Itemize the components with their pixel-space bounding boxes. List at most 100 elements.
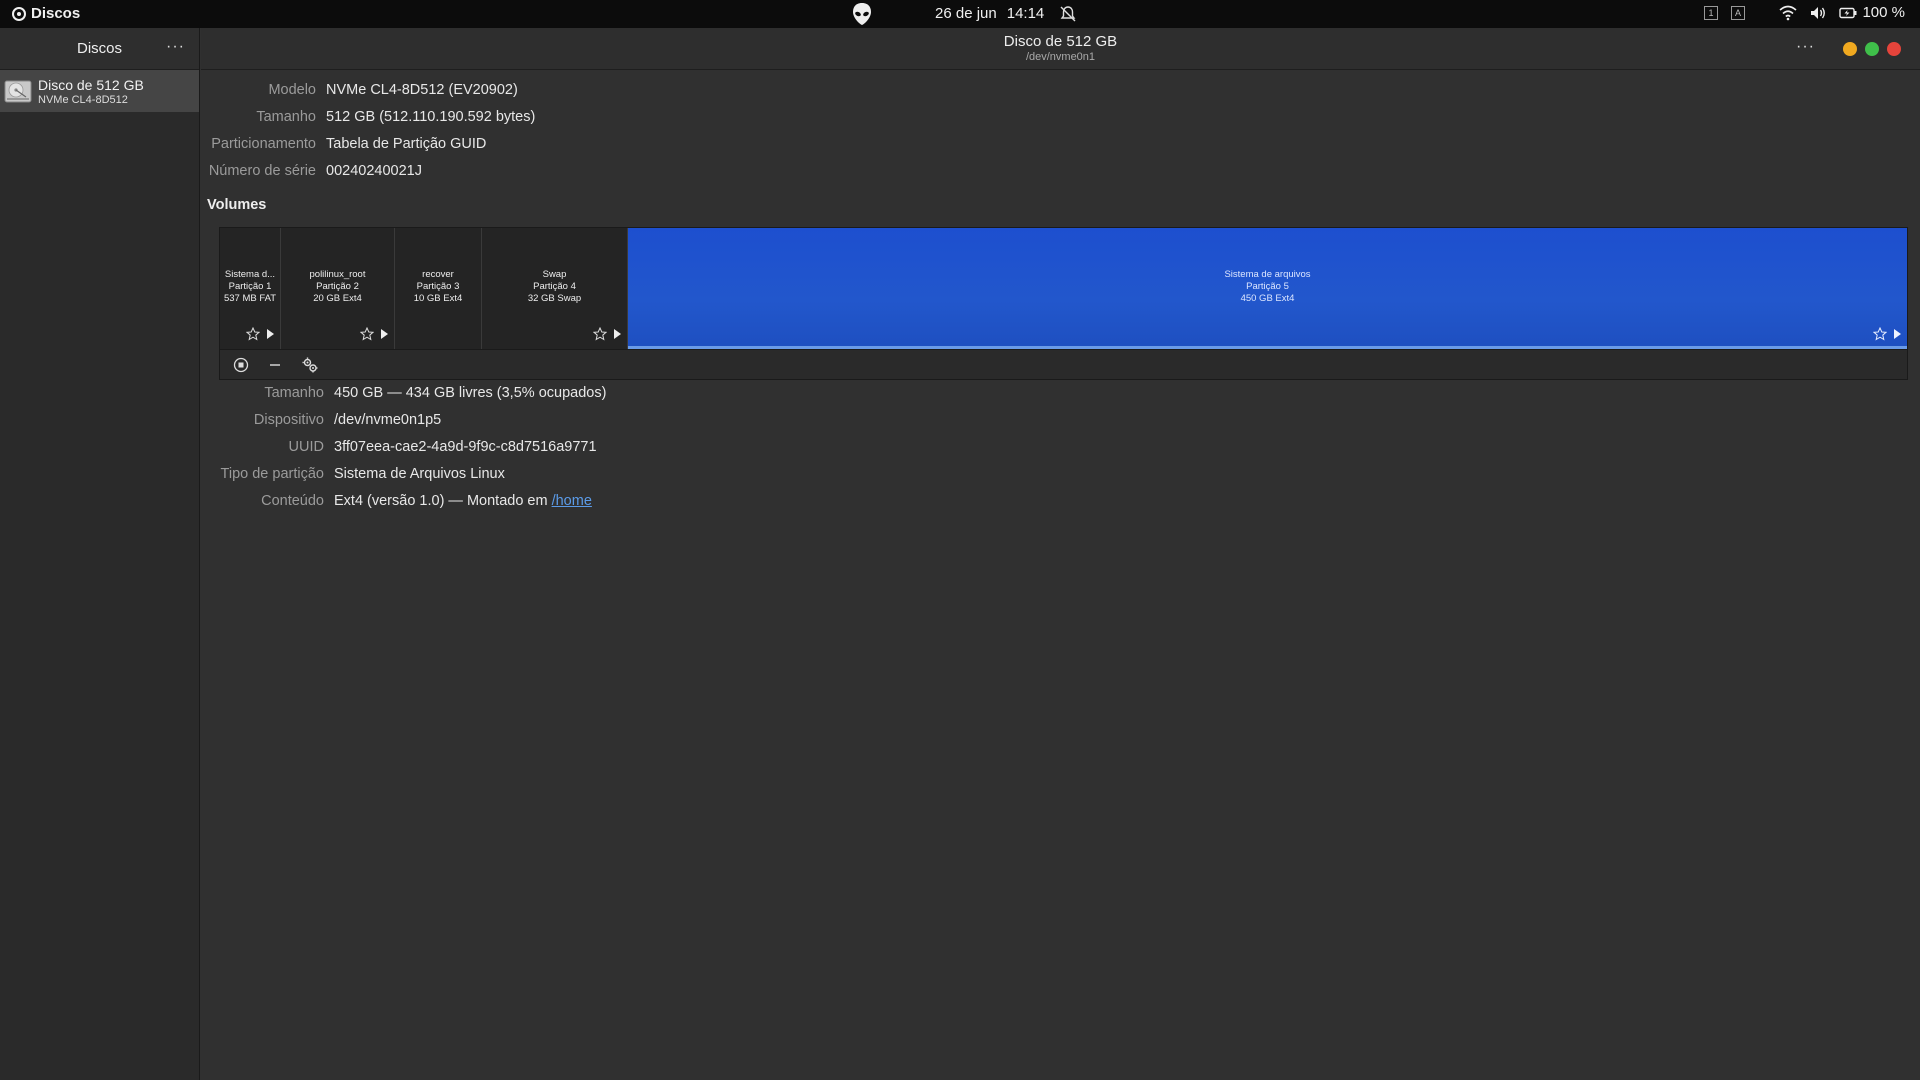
volume-content-text: Ext4 (versão 1.0) — Montado em bbox=[334, 493, 552, 509]
stop-button[interactable] bbox=[233, 357, 249, 373]
close-button[interactable] bbox=[1887, 42, 1901, 56]
volume-icon bbox=[1811, 6, 1826, 19]
partition-4-name: Swap bbox=[542, 269, 567, 280]
volume-size-label: Tamanho bbox=[264, 385, 324, 401]
partition-3-label: recover Partição 3 10 GB Ext4 bbox=[395, 269, 481, 305]
hard-drive-icon bbox=[4, 80, 32, 103]
sidebar-title: Discos bbox=[77, 40, 123, 57]
volume-device-value: /dev/nvme0n1p5 bbox=[334, 412, 442, 428]
partition-4[interactable]: Swap Partição 4 32 GB Swap bbox=[482, 228, 628, 349]
partition-1-number: Partição 1 bbox=[228, 281, 272, 292]
sidebar: Discos ··· Disco de 512 GB NVMe CL4-8D51… bbox=[0, 28, 200, 1080]
minimize-button[interactable] bbox=[1843, 42, 1857, 56]
partition-4-actions bbox=[593, 327, 621, 341]
maximize-button[interactable] bbox=[1865, 42, 1879, 56]
system-tray[interactable]: 100 % bbox=[1779, 4, 1905, 21]
partition-5-info: 450 GB Ext4 bbox=[1240, 293, 1295, 304]
volume-content-value: Ext4 (versão 1.0) — Montado em /home bbox=[334, 493, 592, 509]
partition-1-info: 537 MB FAT bbox=[223, 293, 277, 304]
partition-list: Sistema d... Partição 1 537 MB FAT polil… bbox=[220, 228, 1907, 349]
mount-point-link[interactable]: /home bbox=[552, 493, 592, 509]
window-title: Disco de 512 GB bbox=[1003, 33, 1118, 50]
partition-3-number: Partição 3 bbox=[416, 281, 460, 292]
partition-4-info: 32 GB Swap bbox=[527, 293, 582, 304]
volume-map: Sistema d... Partição 1 537 MB FAT polil… bbox=[219, 227, 1908, 380]
app-menu[interactable]: Discos bbox=[12, 5, 80, 22]
partition-1[interactable]: Sistema d... Partição 1 537 MB FAT bbox=[220, 228, 281, 349]
app-name: Discos bbox=[31, 5, 81, 22]
stop-icon bbox=[233, 357, 249, 372]
sidebar-menu-button[interactable]: ··· bbox=[166, 38, 185, 56]
partition-5-number: Partição 5 bbox=[1246, 281, 1289, 292]
alien-logo-icon[interactable] bbox=[850, 2, 874, 26]
partition-2-name: polilinux_root bbox=[309, 269, 366, 280]
play-icon[interactable] bbox=[266, 329, 274, 339]
disk-item-text: Disco de 512 GB NVMe CL4-8D512 bbox=[38, 77, 144, 106]
gears-icon bbox=[302, 357, 318, 372]
partition-2-label: polilinux_root Partição 2 20 GB Ext4 bbox=[281, 269, 394, 305]
window-subtitle: /dev/nvme0n1 bbox=[1025, 51, 1096, 63]
sidebar-header: Discos ··· bbox=[0, 28, 199, 70]
battery-indicator: 100 % bbox=[1839, 4, 1905, 21]
partition-1-actions bbox=[246, 327, 274, 341]
drive-size-value: 512 GB (512.110.190.592 bytes) bbox=[326, 109, 536, 125]
star-icon[interactable] bbox=[360, 327, 374, 341]
minus-icon bbox=[270, 363, 280, 366]
drive-model-value: NVMe CL4-8D512 (EV20902) bbox=[326, 82, 518, 98]
sidebar-item-disk-512gb[interactable]: Disco de 512 GB NVMe CL4-8D512 bbox=[0, 70, 199, 112]
drive-size-label: Tamanho bbox=[256, 109, 316, 125]
star-icon[interactable] bbox=[1873, 327, 1887, 341]
battery-charging-icon bbox=[1839, 7, 1857, 18]
delete-partition-button[interactable] bbox=[265, 357, 285, 373]
play-icon[interactable] bbox=[1893, 329, 1901, 339]
partition-4-number: Partição 4 bbox=[533, 281, 576, 292]
partition-5[interactable]: Sistema de arquivos Partição 5 450 GB Ex… bbox=[628, 228, 1907, 349]
drive-menu-button[interactable]: ··· bbox=[1796, 38, 1815, 56]
main-header: Disco de 512 GB /dev/nvme0n1 ··· bbox=[201, 28, 1920, 70]
disks-app-icon bbox=[12, 6, 26, 21]
volume-toolbar bbox=[220, 349, 1907, 379]
drive-serial-value: 00240240021J bbox=[326, 163, 422, 179]
partition-3[interactable]: recover Partição 3 10 GB Ext4 bbox=[395, 228, 482, 349]
drive-partitioning-value: Tabela de Partição GUID bbox=[326, 136, 487, 152]
volume-uuid-label: UUID bbox=[288, 439, 324, 455]
partition-settings-button[interactable] bbox=[301, 356, 319, 374]
disk-item-name: Disco de 512 GB bbox=[38, 76, 144, 93]
partition-2-number: Partição 2 bbox=[316, 281, 359, 292]
volume-type-value: Sistema de Arquivos Linux bbox=[334, 466, 505, 482]
wifi-icon bbox=[1779, 5, 1797, 20]
partition-5-actions bbox=[1873, 327, 1901, 341]
partition-2-actions bbox=[360, 327, 388, 341]
play-icon[interactable] bbox=[613, 329, 621, 339]
volumes-heading: Volumes bbox=[207, 197, 267, 213]
volume-content-label: Conteúdo bbox=[261, 493, 324, 509]
partition-4-label: Swap Partição 4 32 GB Swap bbox=[482, 269, 627, 305]
drive-serial-label: Número de série bbox=[208, 163, 316, 179]
drive-model-label: Modelo bbox=[268, 82, 316, 98]
star-icon[interactable] bbox=[246, 327, 260, 341]
partition-2-info: 20 GB Ext4 bbox=[313, 293, 362, 304]
volume-size-value: 450 GB — 434 GB livres (3,5% ocupados) bbox=[334, 385, 607, 401]
partition-5-label: Sistema de arquivos Partição 5 450 GB Ex… bbox=[628, 269, 1907, 305]
partition-5-name: Sistema de arquivos bbox=[1224, 269, 1311, 280]
workspace-1-indicator[interactable]: 1 bbox=[1704, 6, 1718, 20]
volume-uuid-value: 3ff07eea-cae2-4a9d-9f9c-c8d7516a9771 bbox=[334, 439, 597, 455]
partition-2[interactable]: polilinux_root Partição 2 20 GB Ext4 bbox=[281, 228, 395, 349]
partition-1-name: Sistema d... bbox=[224, 269, 276, 280]
volume-type-label: Tipo de partição bbox=[220, 466, 324, 482]
volume-device-label: Dispositivo bbox=[253, 412, 324, 428]
partition-1-label: Sistema d... Partição 1 537 MB FAT bbox=[220, 269, 280, 305]
disk-item-model: NVMe CL4-8D512 bbox=[38, 93, 128, 106]
notifications-off-icon[interactable] bbox=[1058, 4, 1078, 24]
date: 26 de jun bbox=[935, 5, 997, 22]
top-bar: Discos 26 de jun 14:14 1 A 100 % bbox=[0, 0, 1920, 28]
time: 14:14 bbox=[1006, 5, 1045, 22]
battery-percent: 100 % bbox=[1862, 4, 1905, 21]
clock[interactable]: 26 de jun 14:14 bbox=[935, 5, 1044, 22]
workspace-2-indicator[interactable]: A bbox=[1731, 6, 1745, 20]
partition-3-name: recover bbox=[422, 269, 454, 280]
play-icon[interactable] bbox=[380, 329, 388, 339]
drive-partitioning-label: Particionamento bbox=[211, 136, 316, 152]
star-icon[interactable] bbox=[593, 327, 607, 341]
partition-3-info: 10 GB Ext4 bbox=[413, 293, 463, 304]
